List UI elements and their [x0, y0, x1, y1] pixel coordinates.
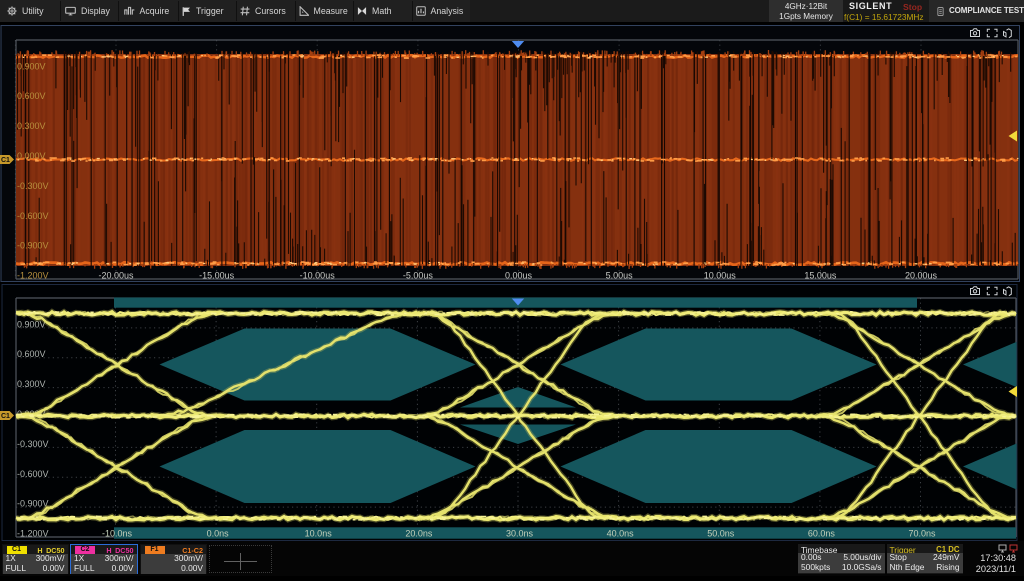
- svg-text:0.600V: 0.600V: [17, 349, 46, 359]
- svg-text:0.600V: 0.600V: [17, 91, 46, 101]
- svg-text:0.000V: 0.000V: [17, 151, 46, 161]
- svg-text:70.0ns: 70.0ns: [908, 529, 936, 539]
- svg-text:-0.300V: -0.300V: [17, 181, 49, 191]
- svg-text:-0.900V: -0.900V: [17, 499, 49, 509]
- svg-text:50.0ns: 50.0ns: [707, 529, 735, 539]
- svg-text:20.00us: 20.00us: [905, 271, 938, 281]
- svg-text:C1: C1: [1, 413, 10, 420]
- svg-text:15.00us: 15.00us: [804, 271, 837, 281]
- svg-text:0.00us: 0.00us: [505, 271, 533, 281]
- svg-text:10.0ns: 10.0ns: [305, 529, 333, 539]
- svg-text:-0.900V: -0.900V: [17, 241, 49, 251]
- svg-text:60.0ns: 60.0ns: [808, 529, 836, 539]
- svg-text:10.00us: 10.00us: [704, 271, 737, 281]
- svg-text:C1: C1: [1, 157, 10, 164]
- svg-text:-1.200V: -1.200V: [17, 529, 49, 539]
- svg-text:5.00us: 5.00us: [606, 271, 634, 281]
- svg-text:-10.00us: -10.00us: [300, 271, 336, 281]
- svg-text:0.300V: 0.300V: [17, 379, 46, 389]
- svg-text:20.0ns: 20.0ns: [405, 529, 433, 539]
- svg-text:-0.600V: -0.600V: [17, 469, 49, 479]
- svg-text:40.0ns: 40.0ns: [607, 529, 635, 539]
- svg-text:0.0ns: 0.0ns: [207, 529, 230, 539]
- svg-text:-1.200V: -1.200V: [17, 271, 49, 281]
- svg-text:-10.0ns: -10.0ns: [102, 529, 133, 539]
- svg-text:0.900V: 0.900V: [17, 61, 46, 71]
- svg-text:-0.300V: -0.300V: [17, 439, 49, 449]
- svg-text:-0.600V: -0.600V: [17, 211, 49, 221]
- svg-text:0.300V: 0.300V: [17, 121, 46, 131]
- svg-text:-15.00us: -15.00us: [199, 271, 235, 281]
- svg-text:-20.00us: -20.00us: [98, 271, 134, 281]
- svg-text:30.0ns: 30.0ns: [506, 529, 534, 539]
- svg-text:-5.00us: -5.00us: [403, 271, 434, 281]
